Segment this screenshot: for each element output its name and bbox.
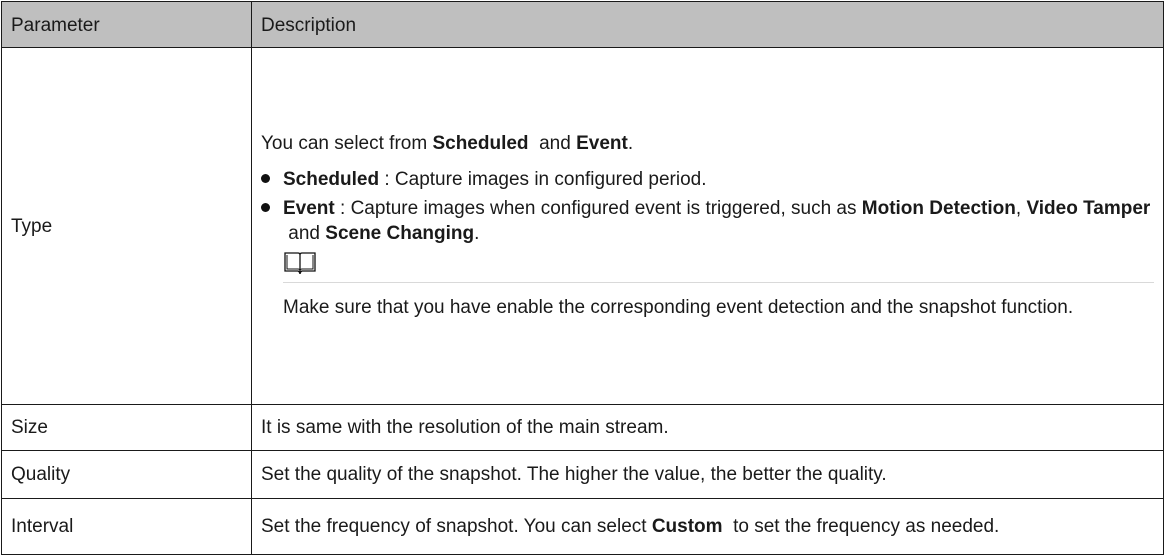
sep: ,: [1015, 197, 1027, 219]
param-type: Type: [1, 47, 252, 405]
option-event: Event: [576, 132, 628, 154]
term-scheduled: Scheduled: [283, 168, 380, 190]
text-scheduled: : Capture images in configured period.: [379, 168, 707, 190]
header-parameter: Parameter: [1, 1, 252, 48]
list-item-event: Event : Capture images when configured e…: [261, 196, 1154, 246]
desc-size: It is same with the resolution of the ma…: [251, 404, 1164, 451]
header-row: Parameter Description: [1, 1, 1164, 48]
type-bullet-list: Scheduled : Capture images in configured…: [261, 167, 1154, 246]
desc-type: You can select from Scheduled and Event.…: [251, 47, 1164, 405]
param-quality: Quality: [1, 450, 252, 499]
event-scene-changing: Scene Changing: [325, 222, 475, 244]
interval-prefix: Set the frequency of snapshot. You can s…: [261, 515, 652, 537]
table-row-interval: Interval Set the frequency of snapshot. …: [1, 498, 1164, 555]
event-video-tamper: Video Tamper: [1026, 197, 1151, 219]
intro-prefix: You can select from: [261, 132, 433, 154]
sep: .: [474, 222, 480, 244]
param-size: Size: [1, 404, 252, 451]
book-icon: [284, 251, 316, 274]
header-description: Description: [251, 1, 1164, 48]
desc-interval: Set the frequency of snapshot. You can s…: [251, 498, 1164, 555]
bullet-icon: [261, 173, 270, 183]
sep: and: [283, 222, 326, 244]
interval-suffix: to set the frequency as needed.: [722, 515, 1000, 537]
option-scheduled: Scheduled: [432, 132, 529, 154]
table-row-type: Type You can select from Scheduled and E…: [1, 47, 1164, 405]
term-event: Event: [283, 197, 335, 219]
bullet-icon: [261, 202, 270, 212]
parameter-table: Parameter Description Type You can selec…: [1, 1, 1164, 555]
table-row-quality: Quality Set the quality of the snapshot.…: [1, 450, 1164, 499]
list-item-scheduled: Scheduled : Capture images in configured…: [261, 167, 1154, 192]
intro-mid: and: [528, 132, 577, 154]
param-interval: Interval: [1, 498, 252, 555]
option-custom: Custom: [651, 515, 723, 537]
intro-suffix: .: [627, 132, 634, 154]
note-text: Make sure that you have enable the corre…: [283, 281, 1154, 324]
type-intro: You can select from Scheduled and Event.: [261, 131, 1154, 156]
text-event: : Capture images when configured event i…: [334, 197, 862, 219]
event-motion-detection: Motion Detection: [861, 197, 1016, 219]
table-row-size: Size It is same with the resolution of t…: [1, 404, 1164, 451]
desc-quality: Set the quality of the snapshot. The hig…: [251, 450, 1164, 499]
